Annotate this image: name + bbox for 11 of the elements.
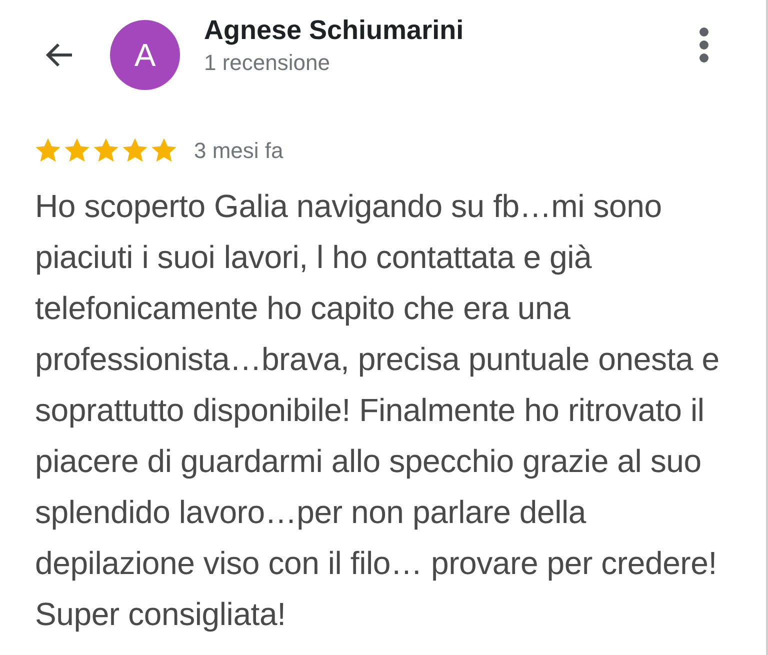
star-icon xyxy=(121,137,149,164)
reviewer-name: Agnese Schiumarini xyxy=(204,14,464,47)
review-text: Ho scoperto Galia navigando su fb…mi sono piaciuti i suoi lavori, l ho contattata e già telefonicamente ho capito che era una professionista…brava, precisa puntuale onesta e soprattutto disponibile! Finalmente ho ritrovato il piacere di guardarmi allo specchio grazie al suo splendido lavoro…per non parlare della depilazione viso con il filo… provare per credere! Super consigliata! xyxy=(35,187,720,634)
review-time: 3 mesi fa xyxy=(194,137,284,165)
star-icon xyxy=(150,137,178,164)
star-icon xyxy=(92,137,120,164)
star-icon xyxy=(34,137,62,164)
more-icon xyxy=(699,27,709,63)
review-count: 1 recensione xyxy=(204,49,331,77)
star-icon xyxy=(63,137,91,164)
avatar: A xyxy=(110,20,180,90)
